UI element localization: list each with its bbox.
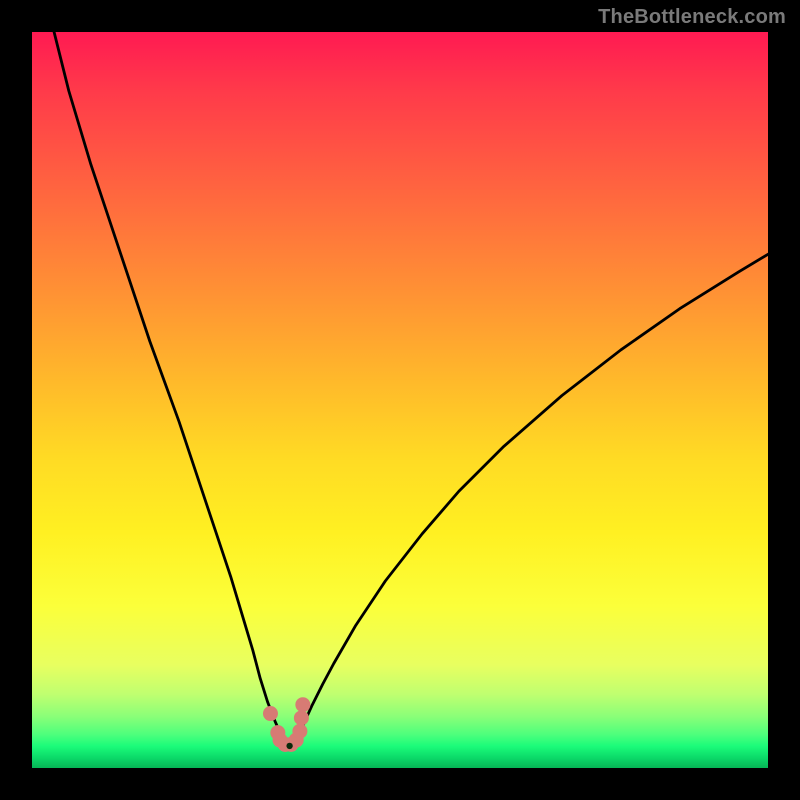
curve-marker [292, 724, 307, 739]
curve-marker [263, 706, 278, 721]
min-point-marker [286, 743, 292, 749]
curve-marker [295, 697, 310, 712]
bottleneck-curve [54, 32, 768, 746]
watermark-text: TheBottleneck.com [598, 6, 786, 29]
chart-frame: TheBottleneck.com [0, 0, 800, 800]
curve-marker [294, 710, 309, 725]
plot-area [32, 32, 768, 768]
chart-svg [32, 32, 768, 768]
